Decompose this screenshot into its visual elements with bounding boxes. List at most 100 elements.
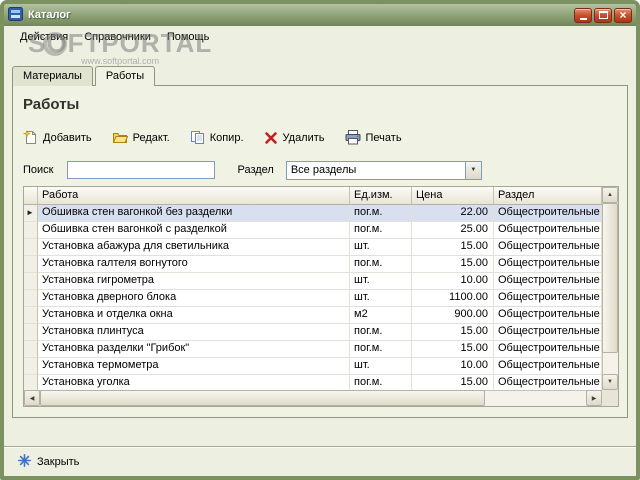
cell-work: Установка дверного блока <box>38 290 350 307</box>
tab-works[interactable]: Работы <box>94 66 156 86</box>
section-select-value: Все разделы <box>290 164 357 176</box>
scroll-up-icon[interactable]: ▲ <box>602 187 618 203</box>
row-marker: ► <box>24 205 38 222</box>
cell-work: Установка гигрометра <box>38 273 350 290</box>
section-select[interactable]: Все разделы ▼ <box>285 160 482 180</box>
cell-unit: пог.м. <box>350 205 412 222</box>
row-marker <box>24 358 38 375</box>
cell-work: Обшивка стен вагонкой с разделкой <box>38 222 350 239</box>
menu-item-help[interactable]: Помощь <box>159 28 218 46</box>
print-button-label: Печать <box>365 131 402 144</box>
close-dialog-button[interactable]: Закрыть <box>18 454 79 470</box>
scroll-left-icon[interactable]: ◀ <box>24 390 40 406</box>
table-row[interactable]: ► Обшивка стен вагонкой без разделки пог… <box>24 205 602 222</box>
table-row[interactable]: Установка плинтуса пог.м. 15.00 Общестро… <box>24 324 602 341</box>
cell-work: Обшивка стен вагонкой без разделки <box>38 205 350 222</box>
column-header-unit[interactable]: Ед.изм. <box>350 187 412 205</box>
search-input[interactable] <box>67 161 216 179</box>
table-row[interactable]: Установка разделки "Грибок" пог.м. 15.00… <box>24 341 602 358</box>
add-button-label: Добавить <box>43 131 92 144</box>
copy-button-label: Копир. <box>209 131 244 144</box>
window-title: Каталог <box>28 9 71 21</box>
table-row[interactable]: Установка уголка пог.м. 15.00 Общестроит… <box>24 375 602 390</box>
table-row[interactable]: Установка гигрометра шт. 10.00 Общестрои… <box>24 273 602 290</box>
column-header-price[interactable]: Цена <box>412 187 494 205</box>
maximize-icon <box>598 11 608 19</box>
cell-work: Установка и отделка окна <box>38 307 350 324</box>
snowflake-icon <box>18 454 31 470</box>
works-table: Работа Ед.изм. Цена Раздел ► Обшивка сте… <box>23 186 619 407</box>
menu-item-directories[interactable]: Справочники <box>76 28 159 46</box>
cell-section: Общестроительные ра <box>494 205 602 222</box>
chevron-down-icon[interactable]: ▼ <box>464 161 481 179</box>
print-button[interactable]: Печать <box>345 130 402 145</box>
close-button[interactable]: × <box>614 7 632 23</box>
cell-unit: шт. <box>350 239 412 256</box>
cell-unit: пог.м. <box>350 222 412 239</box>
minimize-button[interactable] <box>574 7 592 23</box>
filter-row: Поиск Раздел Все разделы ▼ <box>23 160 482 180</box>
row-marker <box>24 256 38 273</box>
cell-unit: шт. <box>350 358 412 375</box>
table-header: Работа Ед.изм. Цена Раздел <box>24 187 602 205</box>
cell-unit: пог.м. <box>350 341 412 358</box>
row-marker <box>24 273 38 290</box>
menu-item-actions[interactable]: Действия <box>12 28 76 46</box>
vertical-scrollbar[interactable]: ▲ ▼ <box>602 187 618 390</box>
horizontal-scroll-thumb[interactable] <box>40 390 485 406</box>
row-marker <box>24 239 38 256</box>
table-row[interactable]: Установка термометра шт. 10.00 Общестрои… <box>24 358 602 375</box>
row-marker <box>24 307 38 324</box>
table-body: ► Обшивка стен вагонкой без разделки пог… <box>24 205 602 390</box>
table-row[interactable]: Установка и отделка окна м2 900.00 Общес… <box>24 307 602 324</box>
menu-bar: Действия Справочники Помощь <box>4 26 636 48</box>
cell-unit: пог.м. <box>350 324 412 341</box>
edit-button[interactable]: Редакт. <box>112 130 170 145</box>
scroll-right-icon[interactable]: ▶ <box>586 390 602 406</box>
cell-work: Установка термометра <box>38 358 350 375</box>
cell-price: 15.00 <box>412 375 494 390</box>
cell-section: Общестроительные ра <box>494 290 602 307</box>
cell-price: 10.00 <box>412 273 494 290</box>
copy-button[interactable]: Копир. <box>190 130 244 145</box>
tab-strip: Материалы Работы <box>12 66 157 86</box>
cell-price: 15.00 <box>412 324 494 341</box>
cell-section: Общестроительные ра <box>494 358 602 375</box>
new-document-icon <box>23 130 38 145</box>
cell-section: Общестроительные ра <box>494 273 602 290</box>
table-row[interactable]: Установка абажура для светильника шт. 15… <box>24 239 602 256</box>
tab-materials[interactable]: Материалы <box>12 66 93 86</box>
delete-button[interactable]: Удалить <box>264 131 325 145</box>
cell-unit: пог.м. <box>350 256 412 273</box>
horizontal-scrollbar[interactable]: ◀ ▶ <box>24 390 602 406</box>
cell-unit: м2 <box>350 307 412 324</box>
cell-price: 15.00 <box>412 256 494 273</box>
cell-section: Общестроительные ра <box>494 222 602 239</box>
column-header-section[interactable]: Раздел <box>494 187 602 205</box>
delete-button-label: Удалить <box>282 131 325 144</box>
page-title: Работы <box>23 96 80 113</box>
titlebar[interactable]: Каталог × <box>4 4 636 26</box>
edit-button-label: Редакт. <box>132 131 170 144</box>
row-marker <box>24 290 38 307</box>
app-icon <box>8 6 23 24</box>
column-header-marker <box>24 187 38 205</box>
close-dialog-label: Закрыть <box>37 456 80 468</box>
section-label: Раздел <box>237 164 274 176</box>
column-header-work[interactable]: Работа <box>38 187 350 205</box>
add-button[interactable]: Добавить <box>23 130 92 145</box>
vertical-scroll-thumb[interactable] <box>602 203 618 353</box>
close-icon: × <box>619 8 627 22</box>
window: Каталог × Действия Справочники Помощь SO… <box>0 0 640 480</box>
cell-unit: шт. <box>350 273 412 290</box>
table-row[interactable]: Обшивка стен вагонкой с разделкой пог.м.… <box>24 222 602 239</box>
table-row[interactable]: Установка дверного блока шт. 1100.00 Общ… <box>24 290 602 307</box>
scroll-down-icon[interactable]: ▼ <box>602 374 618 390</box>
table-row[interactable]: Установка галтеля вогнутого пог.м. 15.00… <box>24 256 602 273</box>
toolbar: Добавить Редакт. Копир. Удалить Печать <box>23 130 402 145</box>
red-cross-icon <box>264 131 278 145</box>
maximize-button[interactable] <box>594 7 612 23</box>
cell-work: Установка плинтуса <box>38 324 350 341</box>
scrollbar-corner <box>602 390 618 406</box>
cell-price: 15.00 <box>412 341 494 358</box>
